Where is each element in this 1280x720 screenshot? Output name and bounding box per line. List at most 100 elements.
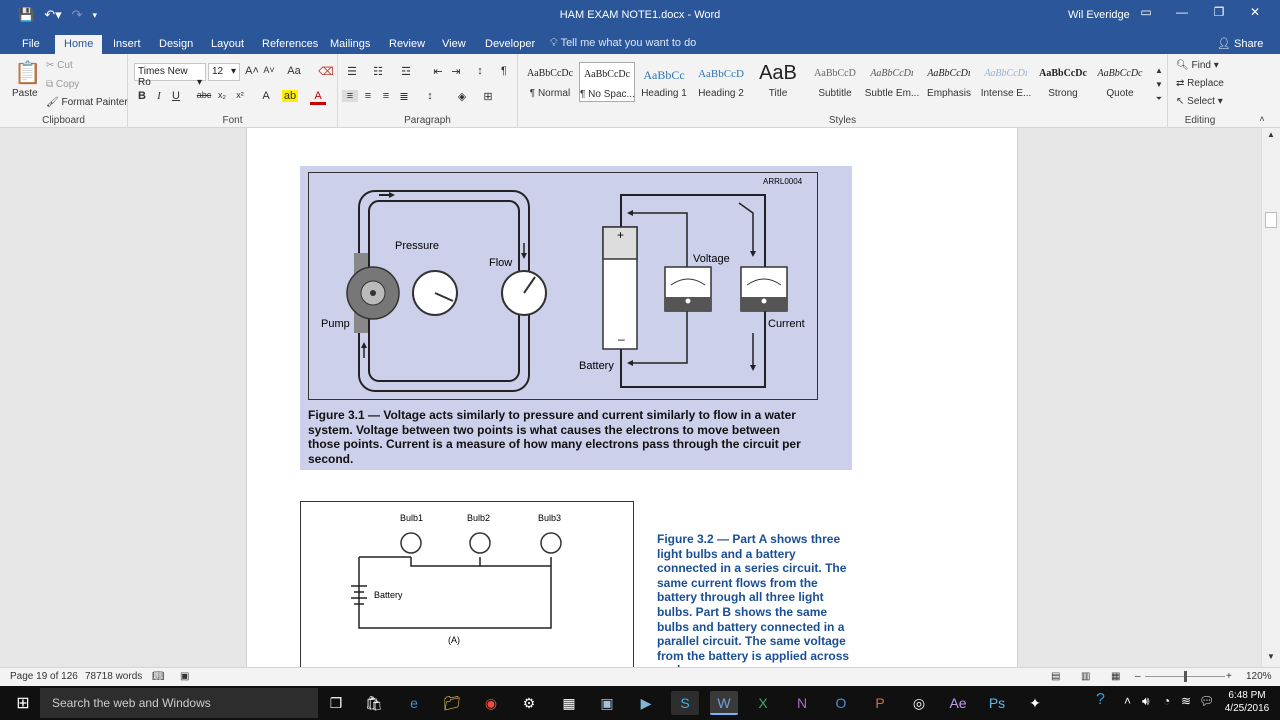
tab-references[interactable]: References <box>253 35 327 54</box>
zoom-slider-thumb[interactable] <box>1184 671 1187 682</box>
shrink-font-icon[interactable]: A˅ <box>261 65 277 75</box>
tell-me-search[interactable]: 💡︎ Tell me what you want to do <box>550 37 696 50</box>
styles-more-icon[interactable]: ⏷ <box>1151 94 1167 104</box>
style-quote[interactable]: AaBbCcDc Quote <box>1092 62 1148 102</box>
bullets-icon[interactable]: ☰ <box>344 65 360 78</box>
calculator-icon[interactable]: ▦ <box>555 691 583 715</box>
style-heading-1[interactable]: AaBbCc Heading 1 <box>636 62 692 102</box>
document-page[interactable]: + – ARRL0004 Pressure Flow Pump Voltage … <box>246 128 1018 667</box>
show-formatting-marks-icon[interactable]: ¶ <box>496 65 512 77</box>
taskbar-clock[interactable]: 6:48 PM 4/25/2016 <box>1218 689 1276 715</box>
styles-scroll-down-icon[interactable]: ▼ <box>1151 80 1167 89</box>
tab-layout[interactable]: Layout <box>202 35 253 54</box>
volume-icon[interactable]: 🔊︎ <box>1142 694 1150 709</box>
file-explorer-icon[interactable]: 📁︎ <box>438 691 466 715</box>
print-layout-icon[interactable]: ▥ <box>1081 671 1090 682</box>
collapse-ribbon-icon[interactable]: ˄ <box>1254 114 1270 124</box>
style-emphasis[interactable]: AaBbCcDı Emphasis <box>921 62 977 102</box>
style-subtle-emphasis[interactable]: AaBbCcDı Subtle Em... <box>864 62 920 102</box>
wifi-icon[interactable]: ≋ <box>1181 694 1191 708</box>
photoshop-icon[interactable]: Ps <box>983 691 1011 715</box>
replace-button[interactable]: ⇄ Replace <box>1176 78 1224 89</box>
help-icon[interactable]: ? <box>1096 691 1105 709</box>
increase-indent-icon[interactable]: ⇥ <box>448 65 464 78</box>
media-app-icon[interactable]: ▶ <box>632 691 660 715</box>
minimize-button[interactable]: — <box>1170 5 1194 19</box>
tab-design[interactable]: Design <box>150 35 202 54</box>
grow-font-icon[interactable]: A˄ <box>244 65 260 77</box>
notifications-icon[interactable]: 💬︎ <box>1199 694 1214 708</box>
settings-app-icon[interactable]: ⚙ <box>515 691 543 715</box>
web-layout-icon[interactable]: ▦ <box>1111 671 1120 682</box>
justify-icon[interactable]: ≣ <box>396 90 412 103</box>
excel-icon[interactable]: X <box>749 691 777 715</box>
restore-button[interactable]: ❐ <box>1207 5 1231 19</box>
font-size-select[interactable]: 12 ▾ <box>208 63 240 81</box>
kindle-icon[interactable]: ▣ <box>593 691 621 715</box>
find-button[interactable]: 🔍︎ Find ▾ <box>1176 60 1219 71</box>
tab-file[interactable]: File <box>13 35 49 54</box>
sort-icon[interactable]: ↕ <box>472 65 488 77</box>
network-app-icon[interactable]: ◎ <box>905 691 933 715</box>
style-normal[interactable]: AaBbCcDc ¶ Normal <box>522 62 578 102</box>
text-effects-icon[interactable]: A <box>258 90 274 102</box>
task-view-icon[interactable]: ❐ <box>322 691 350 715</box>
style-strong[interactable]: AaBbCcDc Strong <box>1035 62 1091 102</box>
highlight-icon[interactable]: ab <box>282 90 298 102</box>
page-count[interactable]: Page 19 of 126 <box>10 671 78 682</box>
proofing-icon[interactable]: 📖︎ <box>152 671 165 682</box>
read-mode-icon[interactable]: ▤ <box>1051 671 1060 682</box>
style-subtitle[interactable]: AaBbCcD Subtitle <box>807 62 863 102</box>
scroll-down-icon[interactable]: ▼ <box>1264 652 1278 661</box>
vertical-scrollbar[interactable]: ▲ ▼ <box>1261 128 1280 667</box>
word-icon[interactable]: W <box>710 691 738 715</box>
decrease-indent-icon[interactable]: ⇤ <box>430 65 446 78</box>
styles-scroll-up-icon[interactable]: ▲ <box>1151 66 1167 75</box>
after-effects-icon[interactable]: Ae <box>944 691 972 715</box>
shading-icon[interactable]: ◈ <box>454 90 470 103</box>
share-button[interactable]: 👤︎ Share <box>1217 37 1263 50</box>
style-heading-2[interactable]: AaBbCcD Heading 2 <box>693 62 749 102</box>
format-painter-button[interactable]: 🖌︎ Format Painter <box>46 97 128 108</box>
align-center-icon[interactable]: ≡ <box>360 90 376 102</box>
tab-view[interactable]: View <box>433 35 475 54</box>
paste-button[interactable]: Paste <box>12 88 38 99</box>
select-button[interactable]: ↖ Select ▾ <box>1176 96 1223 107</box>
zoom-level[interactable]: 120% <box>1246 671 1272 682</box>
word-count[interactable]: 78718 words <box>85 671 142 682</box>
outlook-icon[interactable]: O <box>827 691 855 715</box>
paste-icon[interactable]: 📋 <box>14 60 41 86</box>
scroll-up-icon[interactable]: ▲ <box>1264 130 1278 139</box>
powerpoint-icon[interactable]: P <box>866 691 894 715</box>
style-intense-emphasis[interactable]: AaBbCcDı Intense E... <box>978 62 1034 102</box>
tab-home[interactable]: Home <box>55 35 103 54</box>
font-name-select[interactable]: Times New Ro ▾ <box>134 63 206 88</box>
chrome-icon[interactable]: ◉ <box>477 691 505 715</box>
ribbon-display-options-icon[interactable]: ▭ <box>1134 5 1158 19</box>
change-case-icon[interactable]: Aa <box>286 65 302 77</box>
scroll-thumb[interactable] <box>1265 212 1277 228</box>
skype-icon[interactable]: S <box>671 691 699 715</box>
tab-insert[interactable]: Insert <box>104 35 150 54</box>
edge-icon[interactable]: e <box>400 691 428 715</box>
italic-icon[interactable]: I <box>151 90 167 102</box>
superscript-icon[interactable]: x² <box>232 90 248 100</box>
underline-icon[interactable]: U <box>168 90 184 102</box>
windows-start-icon[interactable]: ⊞ <box>10 693 36 713</box>
borders-icon[interactable]: ⊞ <box>480 90 496 103</box>
cut-button[interactable]: ✂ Cut <box>46 60 73 71</box>
onenote-icon[interactable]: N <box>788 691 816 715</box>
strikethrough-icon[interactable]: abc <box>196 90 212 100</box>
align-right-icon[interactable]: ≡ <box>378 90 394 102</box>
user-name[interactable]: Wil Everidge <box>1068 9 1130 21</box>
zoom-out-icon[interactable]: – <box>1135 671 1141 682</box>
zoom-in-icon[interactable]: + <box>1226 671 1232 682</box>
multilevel-list-icon[interactable]: ☲ <box>398 65 414 78</box>
tab-developer[interactable]: Developer <box>476 35 544 54</box>
tab-review[interactable]: Review <box>380 35 434 54</box>
tool-app-icon[interactable]: ✦ <box>1021 691 1049 715</box>
macro-icon[interactable]: ▣ <box>180 671 189 682</box>
align-left-icon[interactable]: ≡ <box>342 90 358 102</box>
bold-icon[interactable]: B <box>134 90 150 102</box>
clear-formatting-icon[interactable]: ⌫ <box>318 65 334 78</box>
